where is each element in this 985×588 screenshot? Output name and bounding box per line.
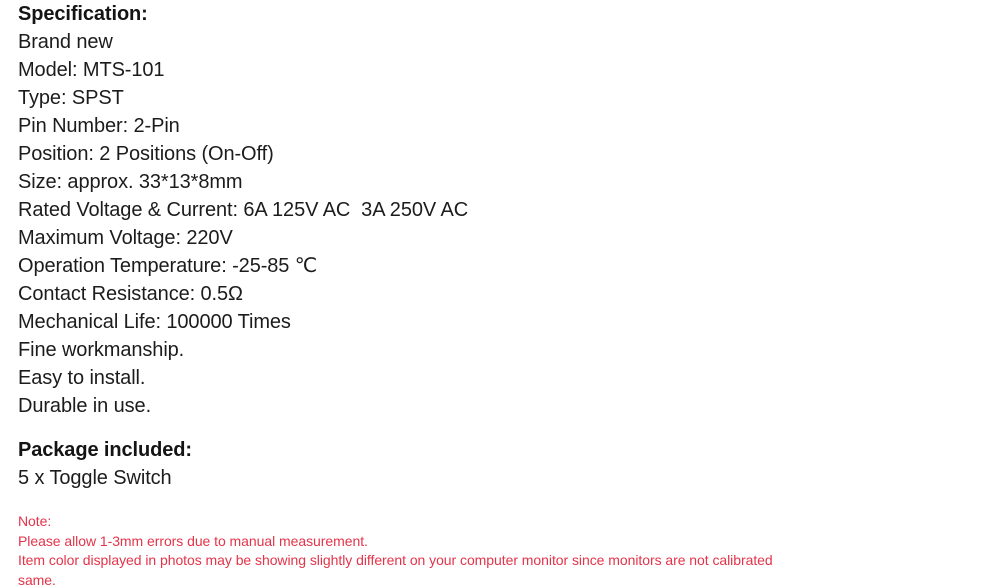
spec-line: Brand new xyxy=(18,31,113,53)
spec-line: Fine workmanship. xyxy=(18,339,185,361)
specification-list: Brand new Model: MTS-101 Type: SPST Pin … xyxy=(18,28,985,420)
package-list: 5 x Toggle Switch xyxy=(18,464,985,492)
spec-line: Maximum Voltage: 220V xyxy=(18,227,233,249)
spec-line: Contact Resistance: 0.5Ω xyxy=(18,283,243,305)
spec-line: Pin Number: 2-Pin xyxy=(18,115,180,137)
package-heading: Package included: xyxy=(18,439,192,461)
spec-line: Easy to install. xyxy=(18,367,146,389)
package-line: 5 x Toggle Switch xyxy=(18,467,172,489)
spec-line: Mechanical Life: 100000 Times xyxy=(18,311,291,333)
specification-section: Specification: Brand new Model: MTS-101 … xyxy=(18,0,985,420)
spec-line: Durable in use. xyxy=(18,395,152,417)
package-section: Package included: 5 x Toggle Switch xyxy=(18,436,985,492)
note-heading: Note: xyxy=(18,513,52,529)
note-line: Item color displayed in photos may be sh… xyxy=(18,552,773,568)
spec-line: Operation Temperature: -25-85 ℃ xyxy=(18,255,318,277)
note-line: Please allow 1-3mm errors due to manual … xyxy=(18,532,368,549)
specification-heading: Specification: xyxy=(18,3,148,25)
spec-line: Position: 2 Positions (On-Off) xyxy=(18,143,274,165)
spec-line: Rated Voltage & Current: 6A 125V AC 3A 2… xyxy=(18,199,469,221)
spec-line: Size: approx. 33*13*8mm xyxy=(18,171,243,193)
description-content: Specification: Brand new Model: MTS-101 … xyxy=(0,0,985,588)
spec-line: Type: SPST xyxy=(18,87,124,109)
note-list: Please allow 1-3mm errors due to manual … xyxy=(18,532,985,588)
product-description-page: Specification: Brand new Model: MTS-101 … xyxy=(0,0,985,588)
note-line: same. xyxy=(18,571,56,588)
note-section: Note: Please allow 1-3mm errors due to m… xyxy=(18,512,985,588)
spec-line: Model: MTS-101 xyxy=(18,59,165,81)
